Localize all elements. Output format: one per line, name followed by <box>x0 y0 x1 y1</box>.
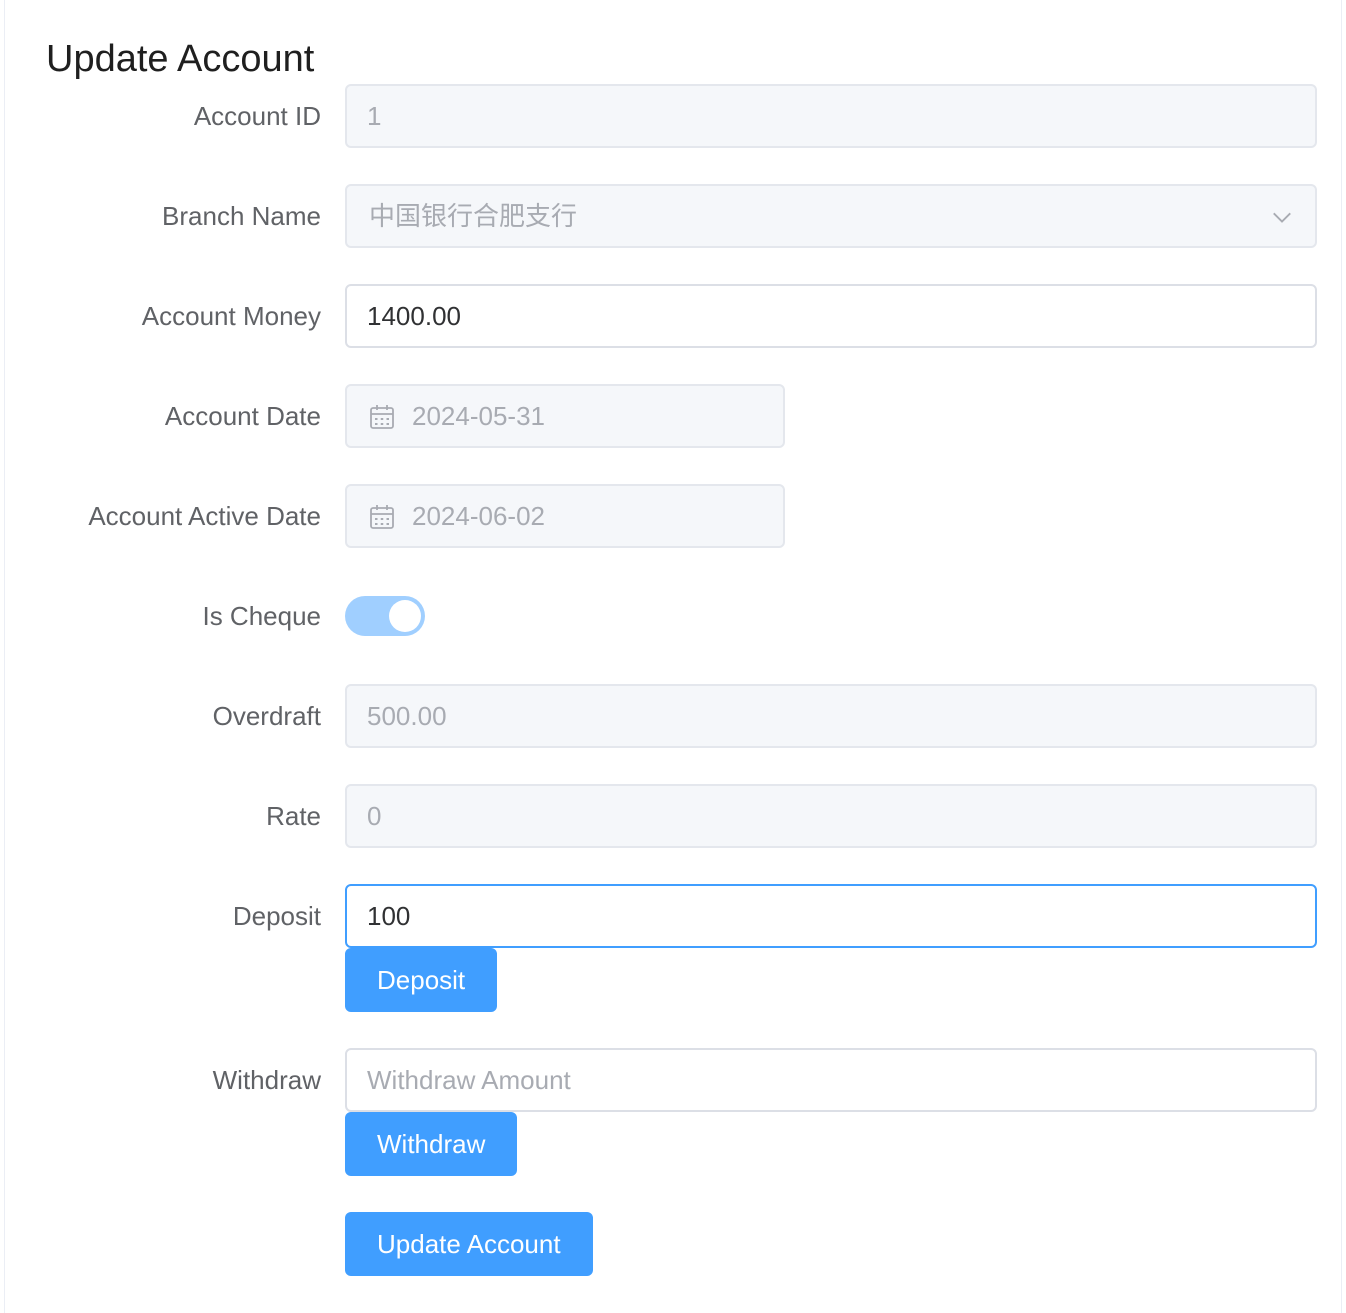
branch-name-select[interactable]: 中国银行合肥支行 <box>345 184 1317 248</box>
row-withdraw: Withdraw <box>0 1048 1346 1112</box>
deposit-input[interactable] <box>345 884 1317 948</box>
calendar-icon <box>370 505 394 529</box>
account-id-label: Account ID <box>193 101 321 131</box>
page-title: Update Account <box>46 38 315 80</box>
toggle-knob <box>389 600 421 632</box>
row-branch-name: Branch Name 中国银行合肥支行 <box>0 184 1346 248</box>
account-date-label: Account Date <box>164 401 321 431</box>
row-is-cheque: Is Cheque <box>0 584 1346 648</box>
account-date-value: 2024-05-31 <box>412 401 545 431</box>
branch-name-value: 中国银行合肥支行 <box>369 201 578 231</box>
overdraft-input[interactable] <box>345 684 1317 748</box>
account-active-date-picker[interactable]: 2024-06-02 <box>345 484 785 548</box>
account-id-input-field[interactable] <box>347 86 1315 146</box>
overdraft-input-field[interactable] <box>347 686 1315 746</box>
account-active-date-label: Account Active Date <box>88 501 321 531</box>
account-date-picker[interactable]: 2024-05-31 <box>345 384 785 448</box>
row-deposit: Deposit <box>0 884 1346 948</box>
deposit-label: Deposit <box>232 901 321 931</box>
row-rate: Rate <box>0 784 1346 848</box>
account-money-input[interactable] <box>345 284 1317 348</box>
rate-input[interactable] <box>345 784 1317 848</box>
branch-name-label: Branch Name <box>162 201 321 231</box>
withdraw-input[interactable] <box>345 1048 1317 1112</box>
account-active-date-value: 2024-06-02 <box>412 501 545 531</box>
row-account-date: Account Date 2024-05-31 <box>0 384 1346 448</box>
withdraw-label: Withdraw <box>212 1065 321 1095</box>
row-account-id: Account ID <box>0 84 1346 148</box>
deposit-input-field[interactable] <box>347 886 1315 946</box>
is-cheque-toggle[interactable] <box>345 596 425 636</box>
row-account-active-date: Account Active Date 2024-06-02 <box>0 484 1346 548</box>
withdraw-button[interactable]: Withdraw <box>345 1112 518 1176</box>
chevron-down-icon <box>1273 212 1291 223</box>
overdraft-label: Overdraft <box>212 701 321 731</box>
account-money-label: Account Money <box>141 301 321 331</box>
row-overdraft: Overdraft <box>0 684 1346 748</box>
is-cheque-label: Is Cheque <box>202 601 321 631</box>
withdraw-input-field[interactable] <box>347 1050 1315 1110</box>
rate-input-field[interactable] <box>347 786 1315 846</box>
rate-label: Rate <box>266 801 321 831</box>
row-account-money: Account Money <box>0 284 1346 348</box>
calendar-icon <box>370 405 394 429</box>
update-account-button[interactable]: Update Account <box>345 1212 593 1276</box>
account-money-input-field[interactable] <box>347 286 1315 346</box>
deposit-button[interactable]: Deposit <box>345 948 498 1012</box>
account-id-input[interactable] <box>345 84 1317 148</box>
